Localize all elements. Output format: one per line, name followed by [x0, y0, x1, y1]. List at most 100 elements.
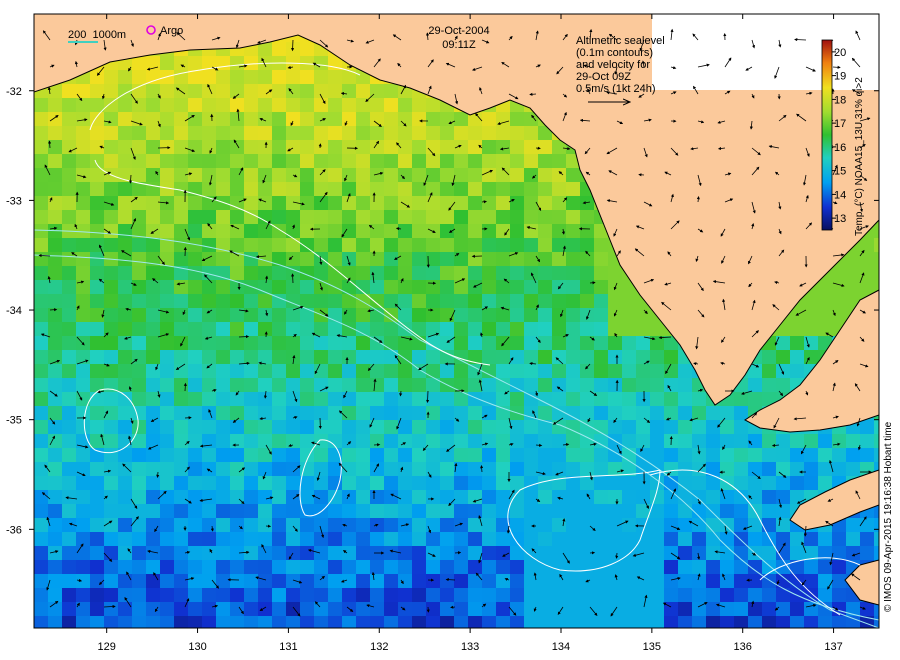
sst-cell — [146, 224, 160, 238]
sst-cell — [566, 210, 580, 224]
sst-cell — [356, 154, 370, 168]
sst-cell — [482, 462, 496, 476]
sst-cell — [580, 434, 594, 448]
sst-cell — [594, 490, 608, 504]
sst-cell — [412, 112, 426, 126]
sst-cell — [594, 364, 608, 378]
sst-cell — [202, 560, 216, 574]
sst-cell — [538, 266, 552, 280]
sst-cell — [258, 224, 272, 238]
sst-cell — [34, 294, 48, 308]
sst-cell — [370, 560, 384, 574]
sst-cell — [510, 308, 524, 322]
sst-cell — [426, 126, 440, 140]
sst-cell — [104, 294, 118, 308]
sst-cell — [636, 504, 650, 518]
sst-cell — [328, 98, 342, 112]
sst-cell — [34, 336, 48, 350]
sst-cell — [230, 112, 244, 126]
sst-cell — [216, 84, 230, 98]
sst-cell — [468, 532, 482, 546]
sst-cell — [762, 378, 776, 392]
sst-cell — [48, 336, 62, 350]
sst-cell — [118, 392, 132, 406]
sst-cell — [496, 252, 510, 266]
sst-cell — [146, 140, 160, 154]
sst-cell — [202, 98, 216, 112]
sst-cell — [650, 476, 664, 490]
sst-cell — [566, 336, 580, 350]
sst-cell — [160, 266, 174, 280]
sst-cell — [384, 378, 398, 392]
sst-cell — [762, 546, 776, 560]
sst-cell — [146, 420, 160, 434]
sst-cell — [48, 266, 62, 280]
sst-cell — [496, 294, 510, 308]
sst-cell — [62, 448, 76, 462]
sst-cell — [622, 434, 636, 448]
sst-cell — [468, 168, 482, 182]
sst-cell — [398, 462, 412, 476]
sst-cell — [300, 56, 314, 70]
sst-cell — [244, 546, 258, 560]
sst-cell — [454, 560, 468, 574]
sst-cell — [426, 182, 440, 196]
sst-cell — [412, 252, 426, 266]
sst-cell — [202, 462, 216, 476]
plot-area — [34, 14, 879, 628]
sst-cell — [594, 476, 608, 490]
sst-cell — [482, 490, 496, 504]
sst-cell — [552, 602, 566, 616]
sst-cell — [328, 308, 342, 322]
sst-cell — [608, 294, 622, 308]
sst-cell — [146, 98, 160, 112]
sst-cell — [468, 574, 482, 588]
sst-cell — [440, 280, 454, 294]
sst-cell — [482, 504, 496, 518]
sst-cell — [692, 518, 706, 532]
sst-cell — [160, 168, 174, 182]
sst-cell — [538, 574, 552, 588]
sst-cell — [342, 490, 356, 504]
sst-cell — [454, 308, 468, 322]
sst-cell — [566, 448, 580, 462]
sst-cell — [650, 364, 664, 378]
sst-cell — [160, 140, 174, 154]
sst-cell — [874, 224, 879, 238]
sst-cell — [566, 420, 580, 434]
sst-cell — [524, 392, 538, 406]
sst-cell — [188, 588, 202, 602]
sst-cell — [202, 406, 216, 420]
sst-cell — [34, 504, 48, 518]
sst-cell — [356, 392, 370, 406]
sst-cell — [76, 602, 90, 616]
sst-cell — [328, 84, 342, 98]
sst-cell — [426, 294, 440, 308]
sst-cell — [594, 308, 608, 322]
sst-cell — [496, 560, 510, 574]
sst-cell — [356, 518, 370, 532]
y-tick-label: -32 — [6, 86, 22, 98]
sst-cell — [398, 182, 412, 196]
sst-cell — [398, 252, 412, 266]
sst-cell — [118, 196, 132, 210]
sst-cell — [594, 406, 608, 420]
sst-cell — [258, 504, 272, 518]
sst-cell — [342, 504, 356, 518]
sst-cell — [104, 322, 118, 336]
sst-cell — [720, 602, 734, 616]
sst-cell — [146, 560, 160, 574]
sst-cell — [804, 350, 818, 364]
sst-cell — [244, 98, 258, 112]
sst-cell — [160, 518, 174, 532]
sst-cell — [482, 392, 496, 406]
sst-cell — [608, 350, 622, 364]
sst-cell — [622, 378, 636, 392]
sst-cell — [426, 504, 440, 518]
sst-cell — [118, 322, 132, 336]
sst-cell — [230, 294, 244, 308]
sst-cell — [146, 322, 160, 336]
sst-cell — [76, 518, 90, 532]
sst-cell — [160, 532, 174, 546]
sst-cell — [48, 378, 62, 392]
